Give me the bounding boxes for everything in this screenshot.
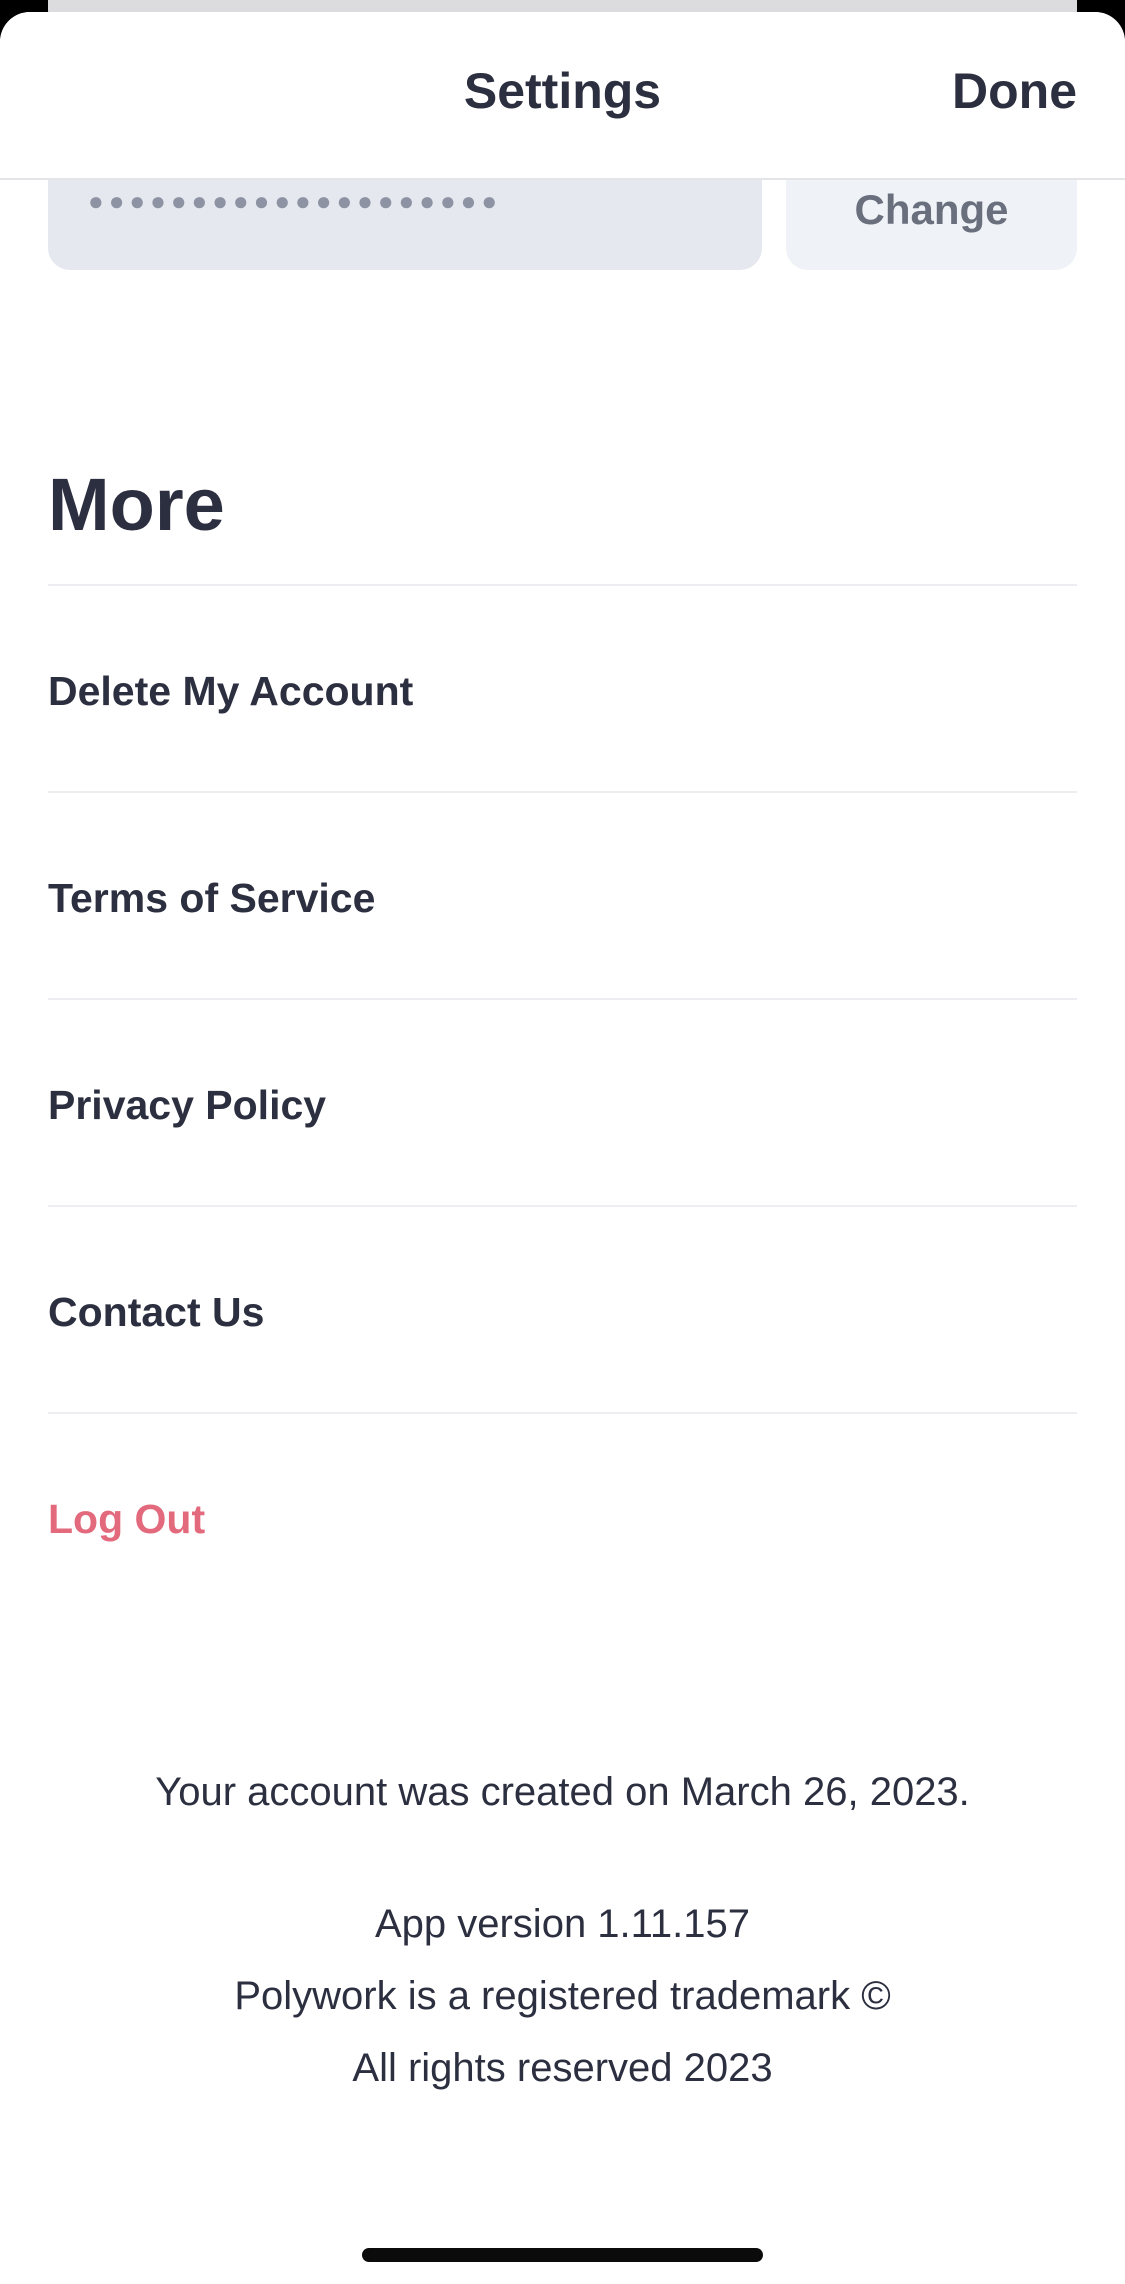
menu-item-log-out[interactable]: Log Out <box>48 1414 1077 1619</box>
done-button[interactable]: Done <box>952 62 1077 120</box>
trademark-text: Polywork is a registered trademark © <box>234 1974 891 2018</box>
menu-item-delete-account[interactable]: Delete My Account <box>48 586 1077 793</box>
rights-text: All rights reserved 2023 <box>352 2046 773 2090</box>
menu-item-privacy-policy[interactable]: Privacy Policy <box>48 1000 1077 1207</box>
menu-item-label: Terms of Service <box>48 875 376 921</box>
menu-item-label: Contact Us <box>48 1289 265 1335</box>
navigation-bar: Settings Done <box>0 12 1125 180</box>
settings-sheet: Settings Done ●●●●●●●●●●●●●●●●●●●● Chang… <box>0 12 1125 2284</box>
account-created-text: Your account was created on March 26, 20… <box>155 1770 970 1814</box>
home-indicator[interactable] <box>362 2248 763 2262</box>
change-button-label: Change <box>854 186 1009 233</box>
menu-item-label: Delete My Account <box>48 668 414 714</box>
menu-item-label: Privacy Policy <box>48 1082 327 1128</box>
log-out-label: Log Out <box>48 1496 206 1542</box>
section-title-more: More <box>48 463 225 546</box>
menu-item-contact-us[interactable]: Contact Us <box>48 1207 1077 1414</box>
menu-item-terms-of-service[interactable]: Terms of Service <box>48 793 1077 1000</box>
more-menu: Delete My Account Terms of Service Priva… <box>48 584 1077 1619</box>
password-masked-value: ●●●●●●●●●●●●●●●●●●●● <box>88 186 503 216</box>
app-version-text: App version 1.11.157 <box>374 1902 751 1946</box>
